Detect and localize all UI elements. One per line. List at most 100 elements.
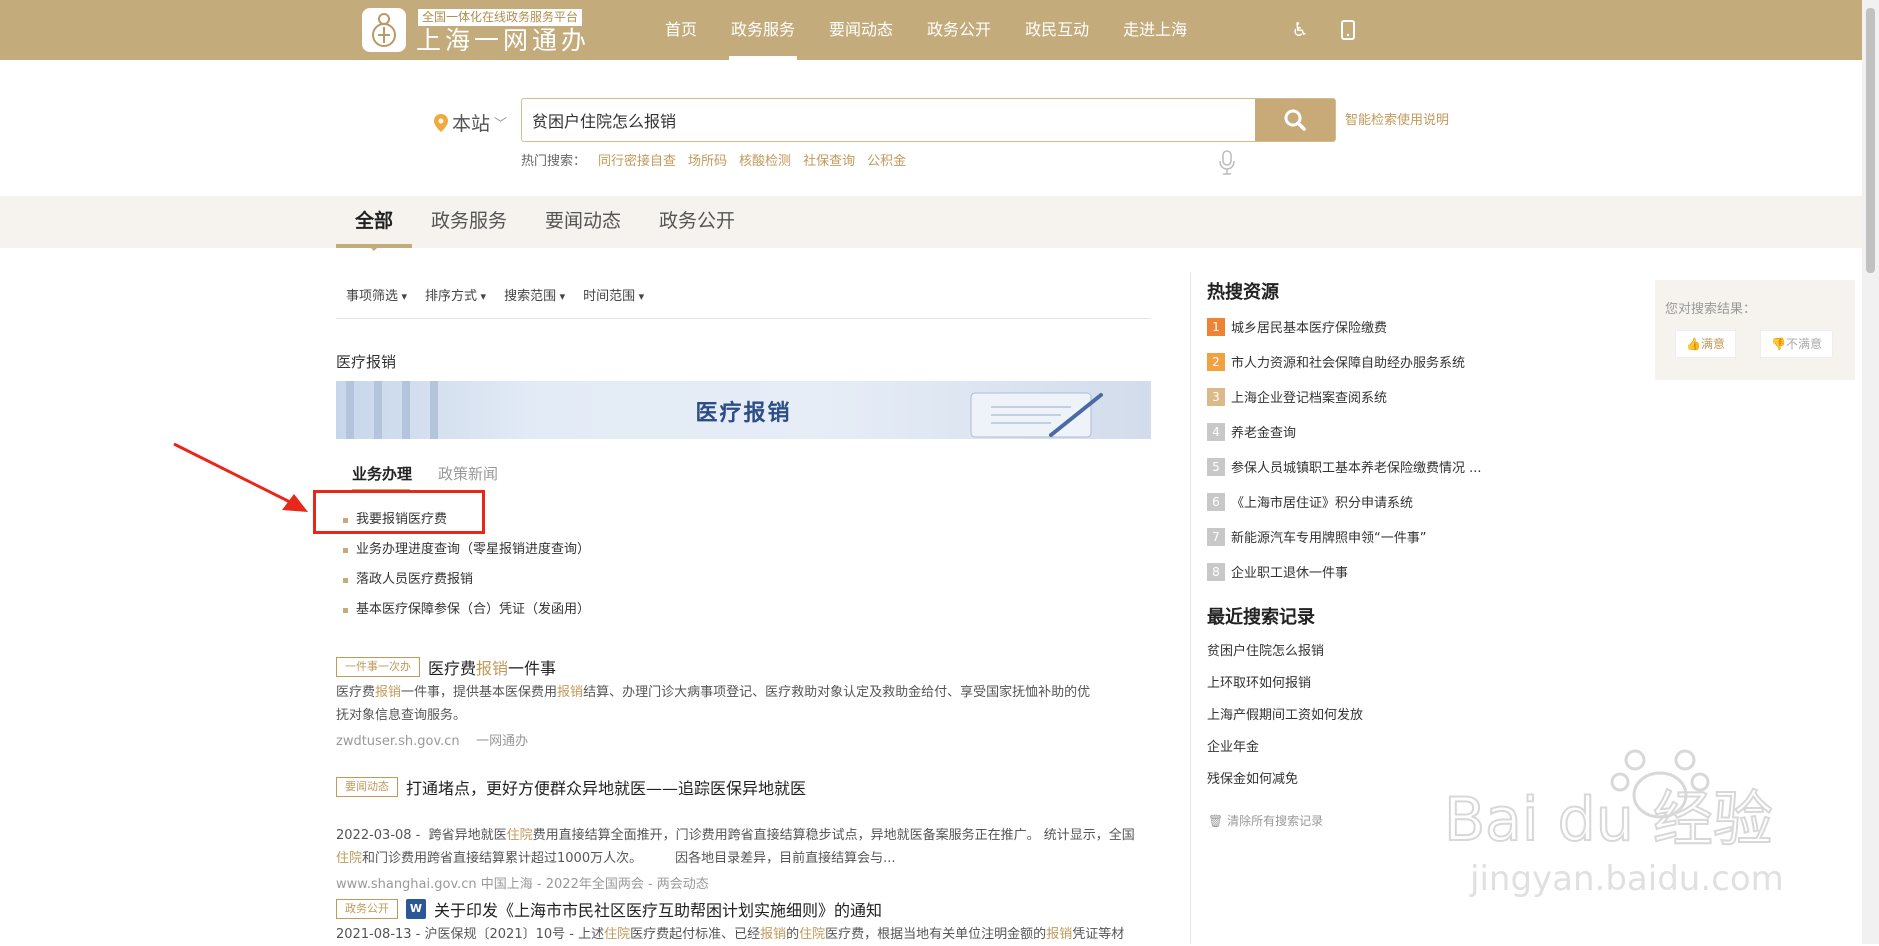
annotation-highlight-box — [313, 490, 485, 534]
clear-history-button[interactable]: 🗑 清除所有搜索记录 — [1208, 812, 1323, 829]
hot-resource-item[interactable]: 5 参保人员城镇职工基本养老保险缴费情况 ... — [1207, 449, 1482, 484]
recent-search-item[interactable]: 上环取环如何报销 — [1207, 674, 1363, 706]
subtab-policy-news[interactable]: 政策新闻 — [438, 463, 498, 484]
mobile-icon[interactable] — [1336, 18, 1360, 42]
hot-label: 热门搜索： — [521, 154, 587, 169]
search-box — [521, 98, 1336, 142]
result-tag: 一件事一次办 — [336, 657, 420, 677]
tab-band — [0, 196, 1862, 248]
recent-search-item[interactable]: 企业年金 — [1207, 738, 1363, 770]
filter-bar: 事项筛选 排序方式 搜索范围 时间范围 — [336, 285, 1151, 319]
trash-icon: 🗑 — [1208, 814, 1224, 828]
result-description: 医疗费报销一件事，提供基本医保费用报销结算、办理门诊大病事项登记、医疗救助对象认… — [336, 685, 1091, 723]
hot-keyword[interactable]: 场所码 — [688, 150, 727, 169]
feedback-panel: 您对搜索结果： 👍满意 👎不满意 — [1655, 280, 1855, 380]
filter-time[interactable]: 时间范围 — [583, 285, 644, 318]
location-pin-icon — [434, 113, 448, 132]
tab-all[interactable]: 全部 — [336, 196, 413, 251]
section-subtabs: 业务办理 政策新闻 — [352, 463, 498, 491]
hot-resources-list: 1 城乡居民基本医疗保险缴费 2 市人力资源和社会保障自助经办服务系统 3 上海企业登… — [1207, 309, 1482, 589]
word-doc-icon: W — [406, 899, 426, 919]
hot-keyword[interactable]: 社保查询 — [803, 150, 855, 169]
result-tag: 政务公开 — [336, 899, 398, 919]
tab-gov-service[interactable]: 政务服务 — [412, 196, 526, 248]
search-result: 一件事一次办 医疗费报销一件事 医疗费报销一件事，提供基本医保费用报销结算、办理… — [336, 656, 1156, 749]
svg-text:jingyan.baidu.com: jingyan.baidu.com — [1469, 859, 1784, 899]
result-title[interactable]: 医疗费报销一件事 — [428, 655, 556, 679]
service-item[interactable]: 落政人员医疗费报销 — [343, 570, 590, 600]
brand-name[interactable]: 上海一网通办 — [416, 26, 590, 56]
recent-search-item[interactable]: 上海产假期间工资如何发放 — [1207, 706, 1363, 738]
search-result: 要闻动态 打通堵点，更好方便群众异地就医——追踪医保异地就医 2022-03-0… — [336, 776, 1156, 892]
page-scrollbar[interactable] — [1862, 0, 1879, 944]
search-result: 政务公开 W 关于印发《上海市市民社区医疗互助帮困计划实施细则》的通知 2021… — [336, 898, 1156, 946]
subtab-business[interactable]: 业务办理 — [352, 463, 412, 484]
result-tabs: 全部 政务服务 要闻动态 政务公开 — [336, 196, 754, 251]
search-input[interactable] — [532, 99, 1232, 141]
recent-search-item[interactable]: 贫困户住院怎么报销 — [1207, 642, 1363, 674]
baidu-jingyan-watermark: Bai du 经验 jingyan.baidu.com — [1443, 749, 1784, 899]
hot-resource-item[interactable]: 6 《上海市居住证》积分申请系统 — [1207, 484, 1482, 519]
search-button[interactable] — [1255, 99, 1335, 141]
accessibility-icon[interactable]: ♿ — [1288, 18, 1312, 42]
nav-gov-open[interactable]: 政务公开 — [910, 0, 1008, 60]
section-banner[interactable]: 医疗报销 — [336, 381, 1151, 439]
scrollbar-thumb[interactable] — [1866, 8, 1875, 273]
hot-resources-title: 热搜资源 — [1207, 282, 1279, 303]
svg-text:Bai du 经验: Bai du 经验 — [1444, 785, 1773, 855]
rank-badge: 1 — [1207, 317, 1225, 336]
tab-news[interactable]: 要闻动态 — [526, 196, 640, 248]
section-title: 医疗报销 — [336, 353, 397, 371]
result-source: zwdtuser.sh.gov.cn 一网通办 — [336, 734, 529, 749]
nav-about-shanghai[interactable]: 走进上海 — [1106, 0, 1204, 60]
result-description: 2022-03-08 - 跨省异地就医住院费用直接结算全面推开，门诊费用跨省直接… — [336, 828, 1135, 866]
annotation-arrow-icon — [173, 442, 308, 512]
result-tag: 要闻动态 — [336, 777, 398, 797]
filter-scope[interactable]: 搜索范围 — [504, 285, 565, 318]
chevron-down-icon: ﹀ — [494, 117, 508, 132]
hot-resource-item[interactable]: 3 上海企业登记档案查阅系统 — [1207, 379, 1482, 414]
filter-item-type[interactable]: 事项筛选 — [346, 285, 407, 318]
site-selector[interactable]: 本站 ﹀ — [434, 109, 507, 136]
result-title[interactable]: 打通堵点，更好方便群众异地就医——追踪医保异地就医 — [406, 775, 806, 799]
hot-resource-item[interactable]: 7 新能源汽车专用牌照申领“一件事” — [1207, 519, 1482, 554]
result-source: www.shanghai.gov.cn 中国上海 - 2022年全国两会 - 两… — [336, 877, 709, 892]
clipboard-pen-image — [970, 392, 1103, 438]
search-help-link[interactable]: 智能检索使用说明 — [1345, 109, 1449, 128]
hot-resource-item[interactable]: 2 市人力资源和社会保障自助经办服务系统 — [1207, 344, 1482, 379]
rank-badge: 4 — [1207, 422, 1225, 441]
satisfied-button[interactable]: 👍满意 — [1675, 330, 1736, 358]
recent-search-item[interactable]: 残保金如何减免 — [1207, 770, 1363, 802]
logo-icon[interactable] — [362, 8, 406, 52]
search-icon — [1284, 109, 1306, 131]
platform-tag: 全国一体化在线政务服务平台 — [418, 9, 583, 26]
filter-sort[interactable]: 排序方式 — [425, 285, 486, 318]
hot-resource-item[interactable]: 1 城乡居民基本医疗保险缴费 — [1207, 309, 1482, 344]
unsatisfied-button[interactable]: 👎不满意 — [1760, 330, 1833, 358]
tab-gov-open[interactable]: 政务公开 — [640, 196, 754, 248]
recent-search-list: 贫困户住院怎么报销 上环取环如何报销 上海产假期间工资如何发放 企业年金 残保金… — [1207, 642, 1363, 802]
rank-badge: 3 — [1207, 387, 1225, 406]
nav-gov-service[interactable]: 政务服务 — [714, 0, 812, 60]
nav-interaction[interactable]: 政民互动 — [1008, 0, 1106, 60]
nav-news[interactable]: 要闻动态 — [812, 0, 910, 60]
hot-keyword[interactable]: 公积金 — [867, 150, 906, 169]
hot-keyword[interactable]: 核酸检测 — [739, 150, 791, 169]
service-item[interactable]: 基本医疗保障参保（合）凭证（发函用） — [343, 600, 590, 630]
microphone-icon[interactable] — [1219, 150, 1235, 176]
result-title[interactable]: 关于印发《上海市市民社区医疗互助帮困计划实施细则》的通知 — [434, 897, 882, 921]
service-item[interactable]: 业务办理进度查询（零星报销进度查询） — [343, 540, 590, 570]
hot-resource-item[interactable]: 4 养老金查询 — [1207, 414, 1482, 449]
main-nav: 首页 政务服务 要闻动态 政务公开 政民互动 走进上海 — [648, 0, 1204, 60]
feedback-label: 您对搜索结果： — [1665, 302, 1757, 317]
hot-keyword[interactable]: 同行密接自查 — [598, 150, 676, 169]
hot-searches: 热门搜索： 同行密接自查 场所码 核酸检测 社保查询 公积金 — [521, 150, 906, 169]
site-selector-label: 本站 — [452, 113, 491, 135]
column-divider — [1190, 272, 1191, 944]
rank-badge: 2 — [1207, 352, 1225, 371]
nav-home[interactable]: 首页 — [648, 0, 714, 60]
hot-resource-item[interactable]: 8 企业职工退休一件事 — [1207, 554, 1482, 589]
rank-badge: 5 — [1207, 457, 1225, 476]
top-bar: 全国一体化在线政务服务平台 上海一网通办 首页 政务服务 要闻动态 政务公开 政… — [0, 0, 1862, 60]
rank-badge: 8 — [1207, 562, 1225, 581]
